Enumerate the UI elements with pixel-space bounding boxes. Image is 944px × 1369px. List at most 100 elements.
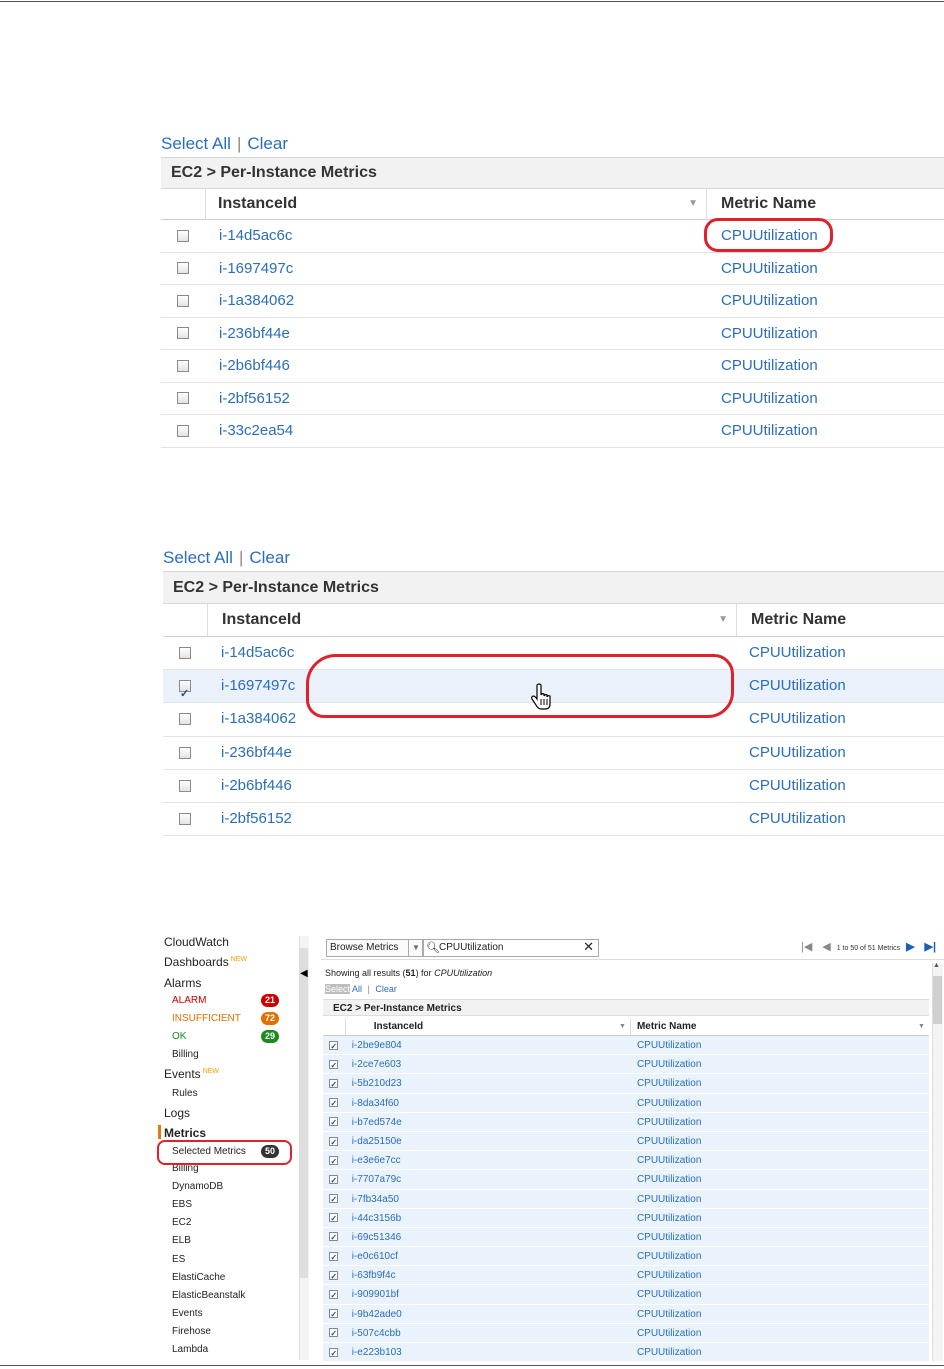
table-row[interactable]: i-b7ed574eCPUUtilization bbox=[323, 1112, 929, 1132]
results-scroll-thumb[interactable] bbox=[933, 976, 942, 1024]
nav-logs[interactable]: Logs bbox=[164, 1106, 190, 1120]
table-row[interactable]: i-2bf56152 CPUUtilization bbox=[161, 383, 944, 415]
instance-id-link[interactable]: i-7fb34a50 bbox=[345, 1190, 630, 1208]
table-row[interactable]: i-7fb34a50CPUUtilization bbox=[323, 1189, 929, 1209]
metric-name-link[interactable]: CPUUtilization bbox=[707, 350, 818, 382]
table-row[interactable]: i-7707a79cCPUUtilization bbox=[323, 1170, 929, 1190]
metric-name-column-header[interactable]: Metric Name bbox=[707, 189, 816, 219]
nav-insufficient-state[interactable]: INSUFFICIENT bbox=[172, 1013, 241, 1024]
instance-id-link[interactable]: i-9b42ade0 bbox=[345, 1305, 630, 1323]
metric-name-link[interactable]: CPUUtilization bbox=[630, 1113, 929, 1131]
metric-name-link[interactable]: CPUUtilization bbox=[735, 803, 846, 835]
chevron-down-icon[interactable]: ▼ bbox=[408, 940, 423, 956]
nav-metric-namespace[interactable]: DynamoDB bbox=[172, 1181, 223, 1192]
instance-id-link[interactable]: i-e0c610cf bbox=[345, 1247, 630, 1265]
row-checkbox[interactable] bbox=[329, 1324, 339, 1343]
table-row[interactable]: i-5b210d23CPUUtilization bbox=[323, 1074, 929, 1094]
metric-name-column-header[interactable]: Metric Name bbox=[737, 604, 846, 636]
row-checkbox[interactable] bbox=[177, 262, 189, 275]
table-row[interactable]: i-8da34f60CPUUtilization bbox=[323, 1093, 929, 1113]
sort-arrow-icon[interactable]: ▼ bbox=[718, 604, 728, 636]
instance-id-link[interactable]: i-7707a79c bbox=[345, 1170, 630, 1188]
search-input[interactable]: 🔍︎ CPUUtilization ✕ bbox=[422, 939, 599, 957]
nav-metric-namespace[interactable]: EC2 bbox=[172, 1217, 191, 1228]
table-row[interactable]: i-2be9e804CPUUtilization bbox=[323, 1036, 929, 1056]
nav-events[interactable]: Events NEW bbox=[164, 1067, 219, 1081]
table-row[interactable]: i-69c51346CPUUtilization bbox=[323, 1227, 929, 1247]
row-checkbox[interactable] bbox=[329, 1190, 339, 1209]
instanceid-column-header[interactable]: InstanceId ▼ bbox=[206, 189, 707, 219]
row-checkbox[interactable] bbox=[329, 1305, 339, 1324]
nav-metric-namespace[interactable]: Firehose bbox=[172, 1326, 211, 1337]
row-checkbox[interactable] bbox=[329, 1094, 339, 1113]
instance-id-link[interactable]: i-1697497c bbox=[205, 253, 707, 285]
instance-id-link[interactable]: i-5b210d23 bbox=[345, 1074, 630, 1092]
table-row[interactable]: i-44c3156bCPUUtilization bbox=[323, 1208, 929, 1228]
clear-link[interactable]: Clear bbox=[249, 548, 290, 567]
instance-id-link[interactable]: i-236bf44e bbox=[207, 737, 735, 769]
metric-name-link[interactable]: CPUUtilization bbox=[707, 383, 818, 415]
instance-id-link[interactable]: i-2bf56152 bbox=[205, 383, 707, 415]
metric-name-link[interactable]: CPUUtilization bbox=[707, 318, 818, 350]
nav-alarms[interactable]: Alarms bbox=[164, 976, 201, 990]
instance-id-link[interactable]: i-2b6bf446 bbox=[205, 350, 707, 382]
row-checkbox[interactable] bbox=[329, 1133, 339, 1152]
sidebar-scroll-thumb[interactable] bbox=[300, 948, 308, 1278]
scroll-up-icon[interactable]: ▲ bbox=[933, 962, 940, 969]
metric-name-link[interactable]: CPUUtilization bbox=[630, 1343, 929, 1361]
browse-metrics-dropdown[interactable]: Browse Metrics ▼ bbox=[326, 939, 424, 957]
sort-arrow-icon[interactable]: ▼ bbox=[619, 1018, 626, 1035]
table-row[interactable]: i-2b6bf446 CPUUtilization bbox=[161, 350, 944, 383]
instance-id-link[interactable]: i-507c4cbb bbox=[345, 1324, 630, 1342]
row-checkbox[interactable] bbox=[179, 813, 191, 826]
metric-name-link[interactable]: CPUUtilization bbox=[630, 1190, 929, 1208]
nav-ok-state[interactable]: OK bbox=[172, 1031, 186, 1042]
table-row[interactable]: i-2b6bf446 CPUUtilization bbox=[163, 770, 944, 803]
row-checkbox[interactable] bbox=[179, 746, 191, 759]
row-checkbox[interactable] bbox=[179, 713, 191, 726]
row-checkbox[interactable] bbox=[329, 1248, 339, 1267]
table-row[interactable]: i-da25150eCPUUtilization bbox=[323, 1131, 929, 1152]
table-row[interactable]: i-e3e6e7ccCPUUtilization bbox=[323, 1151, 929, 1171]
row-checkbox[interactable] bbox=[329, 1113, 339, 1132]
nav-metric-namespace[interactable]: ES bbox=[172, 1254, 185, 1265]
row-checkbox[interactable] bbox=[179, 678, 191, 710]
sort-arrow-icon[interactable]: ▼ bbox=[918, 1018, 925, 1035]
row-checkbox[interactable] bbox=[177, 294, 189, 307]
metric-name-link[interactable]: CPUUtilization bbox=[630, 1266, 929, 1284]
row-checkbox[interactable] bbox=[329, 1286, 339, 1305]
nav-dashboards[interactable]: Dashboards NEW bbox=[164, 955, 247, 969]
table-row[interactable]: i-1a384062 CPUUtilization bbox=[161, 285, 944, 318]
table-row[interactable]: i-2bf56152 CPUUtilization bbox=[163, 803, 944, 837]
select-all-link[interactable]: Select bbox=[325, 984, 351, 994]
nav-metric-namespace[interactable]: ELB bbox=[172, 1235, 191, 1246]
table-row[interactable]: i-e0c610cfCPUUtilization bbox=[323, 1247, 929, 1267]
row-checkbox[interactable] bbox=[177, 229, 189, 242]
row-checkbox[interactable] bbox=[179, 779, 191, 792]
next-page-icon[interactable]: ▶ bbox=[906, 941, 914, 953]
metric-name-link[interactable]: CPUUtilization bbox=[630, 1094, 929, 1112]
metric-name-link[interactable]: CPUUtilization bbox=[630, 1247, 929, 1265]
instance-id-link[interactable]: i-2be9e804 bbox=[345, 1036, 630, 1054]
metric-name-link[interactable]: CPUUtilization bbox=[630, 1151, 929, 1169]
metric-name-link[interactable]: CPUUtilization bbox=[735, 703, 846, 735]
metric-name-link[interactable]: CPUUtilization bbox=[630, 1228, 929, 1246]
table-row[interactable]: i-2ce7e603CPUUtilization bbox=[323, 1055, 929, 1075]
metric-name-column-header[interactable]: Metric Name ▼ bbox=[631, 1018, 929, 1035]
table-row[interactable]: i-1697497cCPUUtilization bbox=[161, 253, 944, 285]
instance-id-link[interactable]: i-8da34f60 bbox=[345, 1094, 630, 1112]
collapse-sidebar-icon[interactable]: ◀ bbox=[300, 968, 308, 979]
metric-name-link[interactable]: CPUUtilization bbox=[735, 737, 846, 769]
table-row[interactable]: i-9b42ade0CPUUtilization bbox=[323, 1304, 929, 1324]
table-row[interactable]: i-236bf44e CPUUtilization bbox=[163, 737, 944, 770]
metric-name-link[interactable]: CPUUtilization bbox=[630, 1170, 929, 1188]
instanceid-column-header[interactable]: InstanceId ▼ bbox=[346, 1018, 631, 1035]
instanceid-column-header[interactable]: InstanceId ▼ bbox=[208, 604, 737, 636]
table-row[interactable]: i-e223b103CPUUtilization bbox=[323, 1343, 929, 1363]
row-checkbox[interactable] bbox=[329, 1171, 339, 1190]
table-row[interactable]: i-236bf44e CPUUtilization bbox=[161, 318, 944, 350]
row-checkbox[interactable] bbox=[177, 359, 189, 372]
nav-alarm-state[interactable]: ALARM bbox=[172, 995, 206, 1006]
first-page-icon[interactable]: |◀ bbox=[801, 941, 812, 953]
nav-rules[interactable]: Rules bbox=[172, 1088, 198, 1099]
